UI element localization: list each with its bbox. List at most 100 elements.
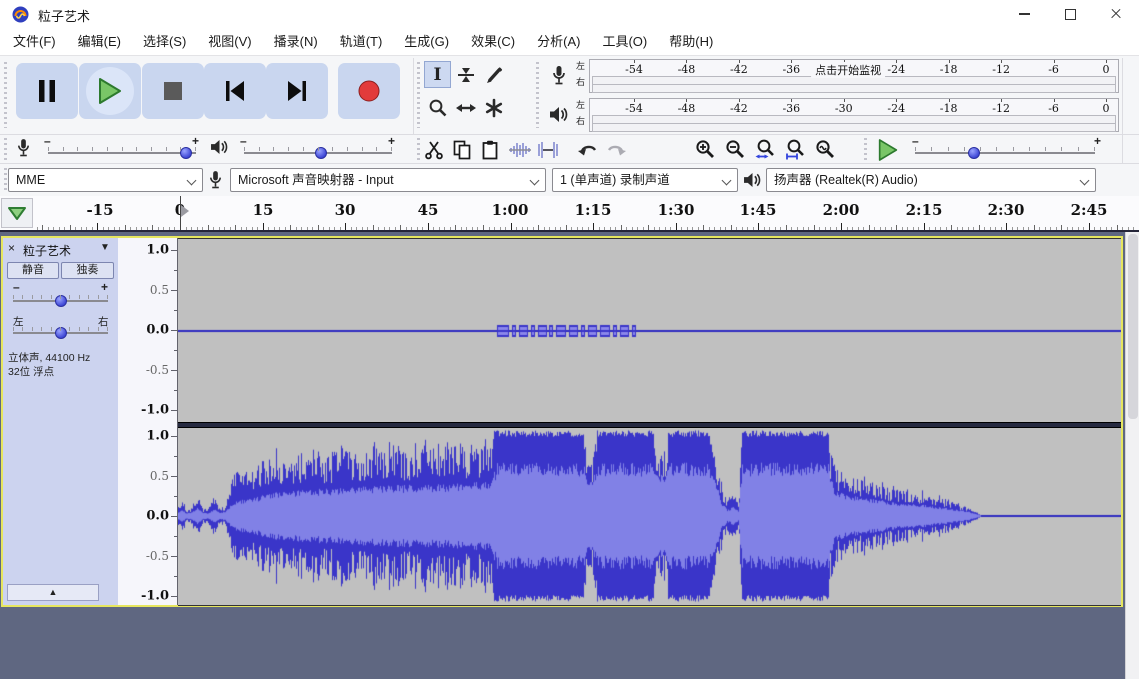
- play-meter-speaker-button[interactable]: [546, 99, 572, 129]
- time-shift-tool-button[interactable]: [452, 94, 479, 121]
- undo-button[interactable]: [574, 136, 601, 163]
- skip-to-start-button[interactable]: [204, 63, 266, 119]
- play-meter-display[interactable]: -54-48-42-36-30-24-18-12-60: [589, 98, 1119, 132]
- timeline-tick: [400, 225, 401, 230]
- menu-item-8[interactable]: 分析(A): [526, 28, 591, 55]
- play-button[interactable]: [79, 63, 141, 119]
- track-menu-button[interactable]: ▼: [100, 242, 110, 253]
- mute-button[interactable]: 静音: [7, 262, 59, 279]
- scale-tick: [174, 496, 177, 497]
- menu-item-6[interactable]: 生成(G): [393, 28, 460, 55]
- pan-slider[interactable]: [13, 332, 108, 334]
- cut-icon: [424, 140, 444, 160]
- close-button[interactable]: [1093, 0, 1139, 28]
- selection-tool-button[interactable]: I: [424, 61, 451, 88]
- paste-icon: [480, 140, 500, 160]
- timeline-label: 2:00: [823, 201, 860, 219]
- playhead-cursor-flag[interactable]: [181, 205, 189, 217]
- stop-button[interactable]: [142, 63, 204, 119]
- mixer-toolbar: – + – +: [2, 135, 413, 163]
- waveform-channel-right[interactable]: [178, 428, 1121, 606]
- envelope-tool-button[interactable]: [452, 61, 479, 88]
- recording-meter-toolbar[interactable]: 左 右 -54-48-42-36-30-24-18-12-60 点击开始监视: [544, 57, 1122, 94]
- waveform-channel-left[interactable]: [178, 238, 1121, 423]
- timeline-tick: [973, 227, 974, 230]
- menu-item-3[interactable]: 视图(V): [197, 28, 262, 55]
- playback-volume-slider[interactable]: [244, 152, 392, 154]
- zoom-out-button[interactable]: [722, 136, 749, 163]
- menu-item-4[interactable]: 播录(N): [263, 28, 329, 55]
- cut-button[interactable]: [420, 136, 447, 163]
- slider-tick: [60, 295, 61, 299]
- gain-slider[interactable]: [13, 300, 108, 302]
- playback-device-select[interactable]: 扬声器 (Realtek(R) Audio): [766, 168, 1096, 192]
- timeline-tick: [681, 227, 682, 230]
- zoom-in-button[interactable]: [692, 136, 719, 163]
- menu-item-1[interactable]: 编辑(E): [67, 28, 132, 55]
- timeline-tick: [841, 223, 842, 230]
- multi-tool-button[interactable]: [480, 94, 507, 121]
- menu-item-2[interactable]: 选择(S): [132, 28, 197, 55]
- monitor-hint-text[interactable]: 点击开始监视: [811, 62, 885, 78]
- record-meter-mic-button[interactable]: [546, 60, 572, 90]
- timeline-options-button[interactable]: [1, 198, 33, 228]
- track-close-button[interactable]: ×: [8, 241, 15, 255]
- timeline-tick: [395, 227, 396, 230]
- menu-item-9[interactable]: 工具(O): [591, 28, 658, 55]
- scale-tick: [174, 310, 177, 311]
- menu-item-5[interactable]: 轨道(T): [329, 28, 394, 55]
- maximize-button[interactable]: [1047, 0, 1093, 28]
- record-button[interactable]: [338, 63, 400, 119]
- playback-meter-toolbar[interactable]: 左 右 -54-48-42-36-30-24-18-12-60: [544, 96, 1122, 133]
- zoom-toggle-button[interactable]: [812, 136, 839, 163]
- minimize-button[interactable]: [1001, 0, 1047, 28]
- timeline-tick: [808, 227, 809, 230]
- menu-item-7[interactable]: 效果(C): [460, 28, 526, 55]
- timeline-tick: [676, 223, 677, 230]
- record-meter-display[interactable]: -54-48-42-36-30-24-18-12-60 点击开始监视: [589, 59, 1119, 93]
- pause-button[interactable]: [16, 63, 78, 119]
- record-meter-right-label: 右: [576, 78, 585, 87]
- fit-project-button[interactable]: [782, 136, 809, 163]
- timeline-ruler[interactable]: -1501530451:001:151:301:452:002:152:302:…: [0, 196, 1139, 232]
- vertical-scale-ruler[interactable]: 1.00.50.0-0.5-1.01.00.50.0-0.5-1.0: [118, 238, 178, 605]
- track-collapse-button[interactable]: ▲: [7, 584, 99, 601]
- vertical-scrollbar-thumb[interactable]: [1128, 234, 1138, 419]
- timeline-label: 2:45: [1071, 201, 1108, 219]
- recording-channels-select[interactable]: 1 (单声道) 录制声道: [552, 168, 738, 192]
- vertical-scrollbar[interactable]: [1125, 232, 1139, 679]
- skip-to-end-button[interactable]: [266, 63, 328, 119]
- paste-button[interactable]: [476, 136, 503, 163]
- silence-audio-button[interactable]: [534, 136, 561, 163]
- timeline-tick: [803, 227, 804, 230]
- timeline-tick: [323, 227, 324, 230]
- timeline-tick: [786, 225, 787, 230]
- play-speed-slider[interactable]: [915, 152, 1095, 154]
- timeline-tick: [1078, 227, 1079, 230]
- audio-track: × 粒子艺术 ▼ 静音 独奏 – + 左 右 立体声, 44100 Hz 32位…: [1, 236, 1123, 607]
- redo-button[interactable]: [602, 136, 629, 163]
- scale-tick: [171, 436, 177, 437]
- timeline-tick: [37, 227, 38, 230]
- menu-item-10[interactable]: 帮助(H): [658, 28, 724, 55]
- slider-tick: [347, 147, 348, 151]
- record-volume-thumb[interactable]: [180, 147, 192, 159]
- copy-button[interactable]: [448, 136, 475, 163]
- draw-tool-button[interactable]: [480, 61, 507, 88]
- record-volume-slider[interactable]: [48, 152, 196, 154]
- timeline-tick: [389, 227, 390, 230]
- audio-host-select[interactable]: MME: [8, 168, 203, 192]
- recording-device-select[interactable]: Microsoft 声音映射器 - Input: [230, 168, 546, 192]
- menu-item-0[interactable]: 文件(F): [2, 28, 67, 55]
- zoom-tool-button[interactable]: [424, 94, 451, 121]
- play-meter-right-label: 右: [576, 117, 585, 126]
- fit-selection-button[interactable]: [752, 136, 779, 163]
- play-at-speed-button[interactable]: [874, 136, 901, 163]
- track-title[interactable]: 粒子艺术: [23, 242, 97, 259]
- trim-audio-button[interactable]: [506, 136, 533, 163]
- play-speed-thumb[interactable]: [968, 147, 980, 159]
- timeline-tick: [208, 225, 209, 230]
- timeline-tick: [191, 227, 192, 230]
- solo-button[interactable]: 独奏: [61, 262, 114, 279]
- track-format-line2: 32位 浮点: [8, 364, 54, 379]
